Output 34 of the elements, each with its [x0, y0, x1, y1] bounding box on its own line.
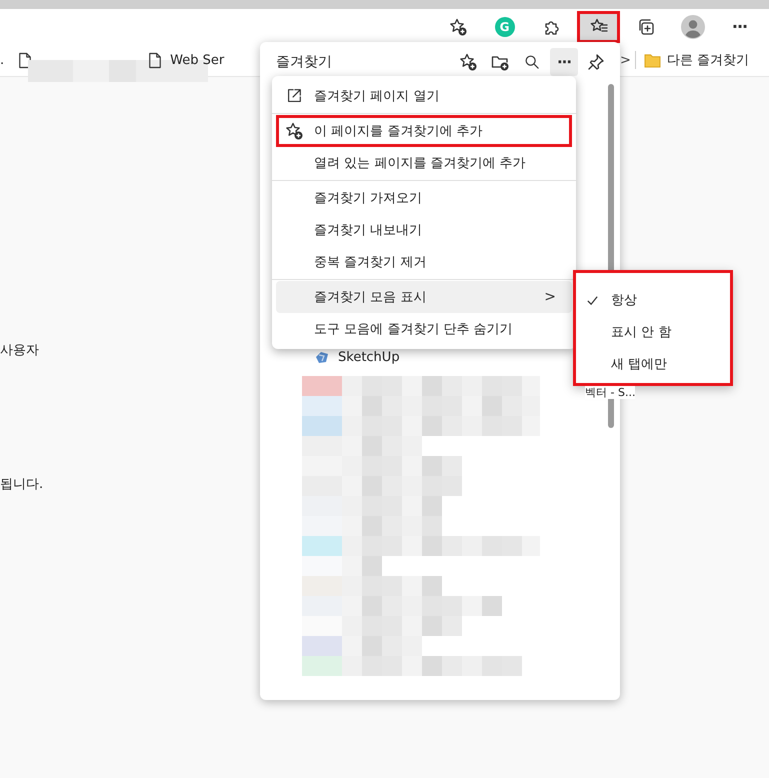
bookmark-label: .: [0, 52, 4, 68]
menu-item[interactable]: 표시 안 함: [573, 316, 733, 348]
document-icon: [148, 52, 162, 68]
avatar-icon: [680, 14, 704, 38]
search-icon: [523, 53, 541, 71]
panel-title: 즐겨찾기: [276, 53, 333, 71]
external-link-icon: [285, 87, 303, 105]
site-icon: [314, 349, 330, 365]
menu-item[interactable]: 이 페이지를 즐겨찾기에 추가: [276, 115, 572, 147]
menu-item[interactable]: 즐겨찾기 페이지 열기: [276, 80, 572, 112]
menu-item[interactable]: 즐겨찾기 내보내기: [276, 214, 572, 246]
more-button[interactable]: ···: [550, 48, 578, 76]
star-plus-icon: [284, 121, 304, 141]
menu-item[interactable]: 새 탭에만: [573, 348, 733, 380]
menu-item[interactable]: 열려 있는 페이지를 즐겨찾기에 추가: [276, 147, 572, 179]
chevron-icon: >: [544, 289, 556, 305]
menu-item[interactable]: 즐겨찾기 모음 표시 >: [276, 281, 572, 313]
menu-item[interactable]: 항상: [573, 284, 733, 316]
star-plus-icon: [458, 52, 478, 72]
bookmark-folder[interactable]: 다른 즐겨찾기: [644, 51, 749, 69]
page-text: 사용자: [0, 342, 39, 359]
favorite-item[interactable]: SketchUp: [338, 350, 400, 364]
folder-icon: [644, 52, 661, 68]
star-plus-icon: [448, 16, 468, 36]
menu-item[interactable]: 중복 즐겨찾기 제거: [276, 246, 572, 278]
menu-item[interactable]: 즐겨찾기 가져오기: [276, 182, 572, 214]
pin-icon: [586, 52, 606, 72]
toolbar-button[interactable]: [577, 10, 620, 42]
overflow-chevron[interactable]: >: [620, 52, 631, 68]
menu-item[interactable]: 도구 모음에 즐겨찾기 단추 숨기기: [276, 313, 572, 345]
bookmark-item[interactable]: Web Ser: [170, 52, 224, 68]
page-text: 됩니다.: [0, 476, 44, 493]
favorite-item[interactable]: 벡터 - S...: [585, 386, 636, 399]
more-button[interactable]: ···: [718, 10, 761, 42]
